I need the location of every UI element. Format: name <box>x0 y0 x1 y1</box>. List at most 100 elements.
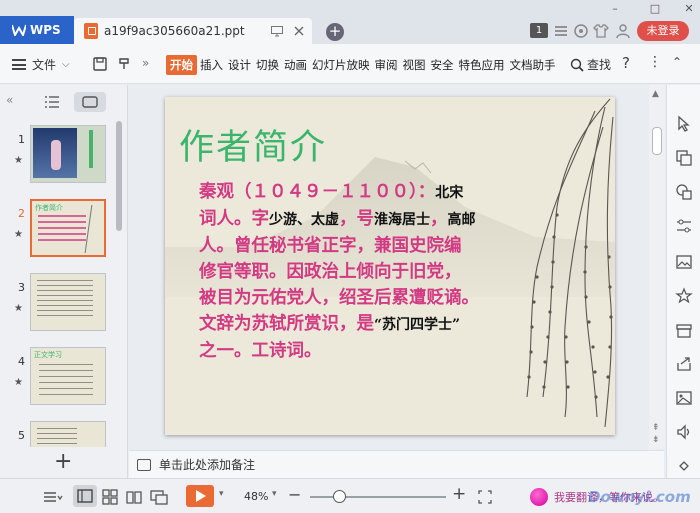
save-icon[interactable] <box>92 56 108 72</box>
body-line-3: 人。曾任秘书省正字，兼国史院编 <box>199 236 462 256</box>
format-painter-icon[interactable] <box>116 56 132 72</box>
shirt-icon[interactable] <box>592 22 610 40</box>
body-line-6: 文辞为苏轼所赏识，是“苏门四学士” <box>199 311 559 338</box>
archive-icon[interactable] <box>675 321 693 339</box>
skin-icon[interactable] <box>572 22 590 40</box>
slide-canvas: 作者简介 秦观（１０４９－１１００）：北宋 词人。字少游、太虚，号淮海居士，高邮… <box>129 85 649 449</box>
canvas-scrollbar[interactable]: ▲ ⇞ ⇟ <box>649 85 665 449</box>
tab-security[interactable]: 安全 <box>429 55 456 75</box>
zoom-slider-track[interactable] <box>310 496 446 498</box>
image-gallery-icon[interactable] <box>675 253 693 271</box>
tab-transition[interactable]: 切换 <box>254 55 281 75</box>
share-icon[interactable] <box>675 355 693 373</box>
slide-thumbnail[interactable]: 作者简介 <box>30 199 106 257</box>
zoom-in-icon[interactable]: + <box>452 484 466 504</box>
thumbnail-number: 1 <box>18 133 25 146</box>
user-icon[interactable] <box>614 22 632 40</box>
thumbnail-view-button[interactable] <box>74 92 106 112</box>
fit-to-window-icon[interactable] <box>478 488 492 506</box>
wps-home-tab[interactable]: WPS <box>0 16 74 44</box>
body-text-black: 北宋 <box>435 185 464 201</box>
star-icon: ★ <box>14 229 23 240</box>
sidebar-expand-icon[interactable] <box>675 457 693 475</box>
monitor-icon[interactable] <box>268 22 286 40</box>
tab-insert[interactable]: 插入 <box>198 55 225 75</box>
more-chevron-icon[interactable]: » <box>142 56 149 70</box>
star-favorite-icon[interactable] <box>675 287 693 305</box>
scroll-prev-icon[interactable]: ⇞ <box>652 423 660 433</box>
tab-review[interactable]: 审阅 <box>373 55 400 75</box>
tab-doc-assistant[interactable]: 文档助手 <box>508 55 558 75</box>
thumbnail-panel-header: « <box>0 85 127 119</box>
select-arrow-icon[interactable] <box>675 115 693 133</box>
tab-animation[interactable]: 动画 <box>282 55 309 75</box>
thumbnail-title: 作者简介 <box>35 204 63 212</box>
slide-thumbnail[interactable] <box>30 125 106 183</box>
current-slide[interactable]: 作者简介 秦观（１０４９－１１００）：北宋 词人。字少游、太虚，号淮海居士，高邮… <box>165 97 615 435</box>
tab-design[interactable]: 设计 <box>226 55 253 75</box>
slide-title: 作者简介 <box>179 128 328 168</box>
grid-view-icon[interactable] <box>102 488 118 506</box>
thumbnail-item[interactable]: 5 <box>0 415 124 447</box>
thumbnail-item[interactable]: 1 ★ <box>0 119 124 185</box>
body-text: 文辞为苏轼所赏识，是 <box>199 314 374 334</box>
body-text: ， <box>430 209 448 229</box>
maximize-icon[interactable]: □ <box>648 2 662 16</box>
close-tab-icon[interactable] <box>290 22 308 40</box>
scroll-next-icon[interactable]: ⇟ <box>652 435 660 445</box>
thumbnail-item[interactable]: 3 ★ <box>0 267 124 333</box>
more-vertical-icon[interactable]: ⋮ <box>648 54 662 70</box>
normal-view-button[interactable] <box>73 485 97 507</box>
body-text-black: 少游、太虚 <box>269 212 339 228</box>
file-menu-label: 文件 <box>32 58 57 72</box>
find-button[interactable]: 查找 <box>570 56 611 73</box>
settings-sliders-icon[interactable] <box>675 217 693 235</box>
presenter-view-icon[interactable] <box>150 488 168 506</box>
zoom-slider-knob[interactable] <box>333 490 346 503</box>
picture-icon[interactable] <box>675 389 693 407</box>
slide-thumbnail[interactable] <box>30 273 106 331</box>
notes-area[interactable]: 单击此处添加备注 <box>129 450 664 478</box>
reading-view-icon[interactable] <box>126 488 142 506</box>
body-text-black: 淮海居士 <box>374 212 430 228</box>
document-tab[interactable]: a19f9ac305660a21.ppt <box>74 18 312 44</box>
hamburger-icon <box>12 59 26 70</box>
tab-features[interactable]: 特色应用 <box>457 55 507 75</box>
zoom-options-chevron-icon[interactable]: ▾ <box>272 489 277 499</box>
minimize-icon[interactable]: – <box>608 2 622 16</box>
scroll-up-icon[interactable]: ▲ <box>652 89 659 99</box>
page-count-badge[interactable]: 1 <box>530 23 548 38</box>
document-tab-label: a19f9ac305660a21.ppt <box>104 24 245 38</box>
notes-icon <box>137 458 151 471</box>
slide-thumbnail[interactable]: 正文学习 <box>30 347 106 405</box>
find-label: 查找 <box>587 58 612 72</box>
close-window-icon[interactable]: ✕ <box>682 2 696 16</box>
login-button[interactable]: 未登录 <box>637 21 689 41</box>
file-menu[interactable]: 文件 ⌵ <box>12 56 70 73</box>
play-options-chevron-icon[interactable]: ▾ <box>219 489 224 499</box>
thumbnail-item[interactable]: 4 ★ 正文学习 <box>0 341 124 407</box>
wps-logo-icon <box>12 24 26 36</box>
slide-thumbnail[interactable] <box>30 421 106 447</box>
thumbnail-item-active[interactable]: 2 ★ 作者简介 <box>0 193 124 259</box>
collapse-panel-icon[interactable]: « <box>6 93 13 107</box>
scrollbar-thumb[interactable] <box>652 127 662 155</box>
add-slide-button[interactable]: + <box>54 449 72 474</box>
tab-home[interactable]: 开始 <box>166 55 197 75</box>
play-slideshow-button[interactable] <box>186 485 214 507</box>
zoom-out-icon[interactable]: − <box>288 485 301 504</box>
collapse-ribbon-icon[interactable]: ⌃ <box>672 55 682 69</box>
speaker-icon[interactable] <box>675 423 693 441</box>
tab-view[interactable]: 视图 <box>401 55 428 75</box>
add-tab-button[interactable]: + <box>326 23 344 41</box>
notes-toggle-icon[interactable] <box>42 488 64 506</box>
shapes-icon[interactable] <box>675 183 693 201</box>
tab-slideshow[interactable]: 幻灯片放映 <box>310 55 372 75</box>
thumbnail-number: 4 <box>18 355 25 368</box>
zoom-level[interactable]: 48% <box>244 490 268 503</box>
outline-view-icon[interactable] <box>44 95 60 109</box>
copy-icon[interactable] <box>675 149 693 167</box>
thumbnail-scrollbar[interactable] <box>116 121 122 231</box>
help-icon[interactable]: ? <box>622 54 630 72</box>
menu-lines-icon[interactable] <box>552 22 570 40</box>
